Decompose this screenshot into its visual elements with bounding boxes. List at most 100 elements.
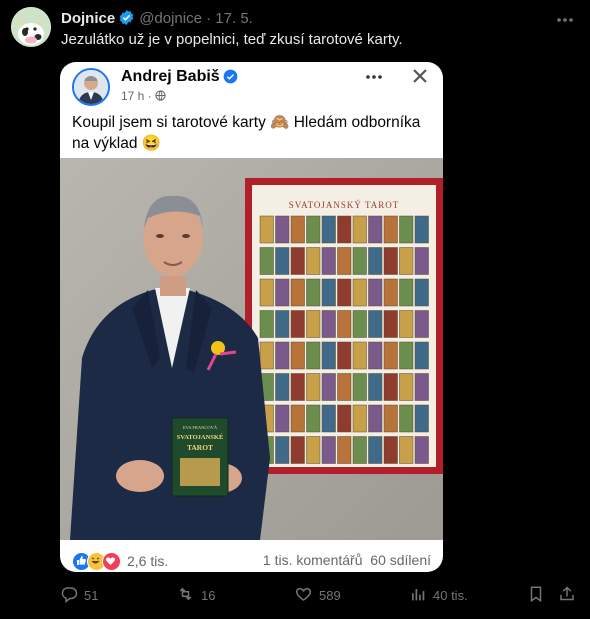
fb-comments-count: 1 tis. komentářů [262, 552, 363, 568]
poster-tarot-card [337, 404, 352, 433]
poster-tarot-card [383, 215, 398, 244]
poster-tarot-card [414, 247, 429, 275]
poster-tarot-card [306, 404, 321, 433]
poster-tarot-card [368, 404, 383, 433]
fb-post-time: 17 h · [121, 89, 152, 103]
poster-tarot-card [321, 404, 336, 433]
tweet-date[interactable]: 17. 5. [215, 10, 253, 27]
verified-badge-icon [118, 9, 135, 30]
header-separator: · [206, 10, 212, 27]
poster-tarot-card [306, 215, 321, 244]
poster-tarot-card [337, 215, 352, 244]
poster-tarot-card [352, 310, 367, 338]
poster-tarot-card [399, 341, 414, 370]
book-title-line1: SVATOJANSKÉ [177, 433, 224, 441]
fb-more-icon [365, 64, 383, 85]
poster-tarot-card [414, 215, 429, 244]
fb-author-name: Andrej Babiš [121, 68, 242, 89]
poster-tarot-card [290, 341, 305, 370]
poster-tarot-card [275, 310, 290, 338]
reply-count: 51 [84, 588, 99, 603]
more-options-icon[interactable] [556, 10, 574, 28]
poster-tarot-card [368, 373, 383, 401]
repost-button[interactable]: 16 [176, 585, 215, 606]
poster-tarot-card [368, 215, 383, 244]
poster-tarot-card [352, 341, 367, 370]
poster-tarot-card [337, 373, 352, 401]
poster-tarot-card [337, 436, 352, 464]
poster-tarot-card [414, 310, 429, 338]
fb-shares-count: 60 sdílení [370, 552, 431, 568]
poster-tarot-card [259, 215, 274, 244]
poster-tarot-card [383, 278, 398, 307]
views-count: 40 tis. [433, 588, 468, 603]
poster-tarot-card [352, 436, 367, 464]
poster-tarot-card [337, 278, 352, 307]
poster-tarot-card [275, 436, 290, 464]
poster-tarot-card [383, 404, 398, 433]
poster-tarot-card [290, 310, 305, 338]
poster-tarot-card [259, 310, 274, 338]
poster-tarot-card [352, 247, 367, 275]
reply-button[interactable]: 51 [60, 585, 98, 606]
author-avatar[interactable] [11, 7, 51, 47]
poster-tarot-card [414, 341, 429, 370]
poster-tarot-card [275, 215, 290, 244]
fb-verified-icon [223, 69, 238, 89]
poster-tarot-card [306, 278, 321, 307]
fb-post-text: Koupil jsem si tarotové karty 🙈 Hledám o… [72, 114, 421, 152]
views-button[interactable]: 40 tis. [410, 585, 468, 606]
poster-tarot-card [290, 215, 305, 244]
poster-tarot-card [399, 310, 414, 338]
poster-tarot-card [306, 247, 321, 275]
poster-tarot-card [321, 341, 336, 370]
poster-tarot-card [290, 247, 305, 275]
poster-tarot-card [321, 436, 336, 464]
poster-tarot-card [368, 278, 383, 307]
embedded-post-image[interactable]: Andrej Babiš 17 h · Koupil jsem si tarot… [60, 62, 443, 572]
views-chart-icon [410, 585, 433, 606]
fb-author-avatar [72, 68, 110, 106]
poster-tarot-card [399, 373, 414, 401]
poster-tarot-card [275, 247, 290, 275]
poster-tarot-card [321, 310, 336, 338]
poster-tarot-card [368, 310, 383, 338]
poster-tarot-card [321, 215, 336, 244]
poster-tarot-card [383, 341, 398, 370]
poster-tarot-card [321, 247, 336, 275]
book-title-line2: TAROT [187, 443, 213, 452]
poster-tarot-card [275, 341, 290, 370]
poster-tarot-card [399, 278, 414, 307]
like-count: 589 [319, 588, 341, 603]
poster-tarot-card [383, 373, 398, 401]
poster-tarot-card [368, 247, 383, 275]
author-name[interactable]: Dojnice [61, 10, 115, 27]
poster-tarot-card [383, 436, 398, 464]
reactions-count: 2,6 tis. [127, 553, 169, 569]
poster-tarot-card [290, 278, 305, 307]
tweet-text: Jezulátko už je v popelnici, teď zkusí t… [61, 31, 403, 48]
fb-reactions: 2,6 tis. [72, 550, 168, 572]
poster-tarot-card [321, 278, 336, 307]
bookmark-button[interactable] [528, 585, 550, 606]
poster-tarot-card [414, 278, 429, 307]
poster-tarot-card [259, 247, 274, 275]
reply-icon [60, 585, 84, 606]
poster-tarot-card [368, 436, 383, 464]
heart-icon [294, 585, 319, 606]
share-button[interactable] [558, 584, 582, 606]
poster-tarot-card [306, 436, 321, 464]
tweet-header: Dojnice @dojnice · 17. 5. [61, 9, 253, 30]
like-button[interactable]: 589 [294, 585, 341, 606]
poster-tarot-card [321, 373, 336, 401]
poster-tarot-card [337, 341, 352, 370]
tweet-action-bar: 51 16 589 40 tis. [0, 583, 590, 607]
fb-close-icon [410, 66, 430, 86]
poster-tarot-card [259, 341, 274, 370]
author-handle[interactable]: @dojnice [139, 10, 202, 27]
poster-tarot-card [352, 278, 367, 307]
poster-tarot-card [337, 310, 352, 338]
poster-tarot-card [399, 436, 414, 464]
poster-tarot-card [383, 247, 398, 275]
poster-tarot-card [352, 373, 367, 401]
